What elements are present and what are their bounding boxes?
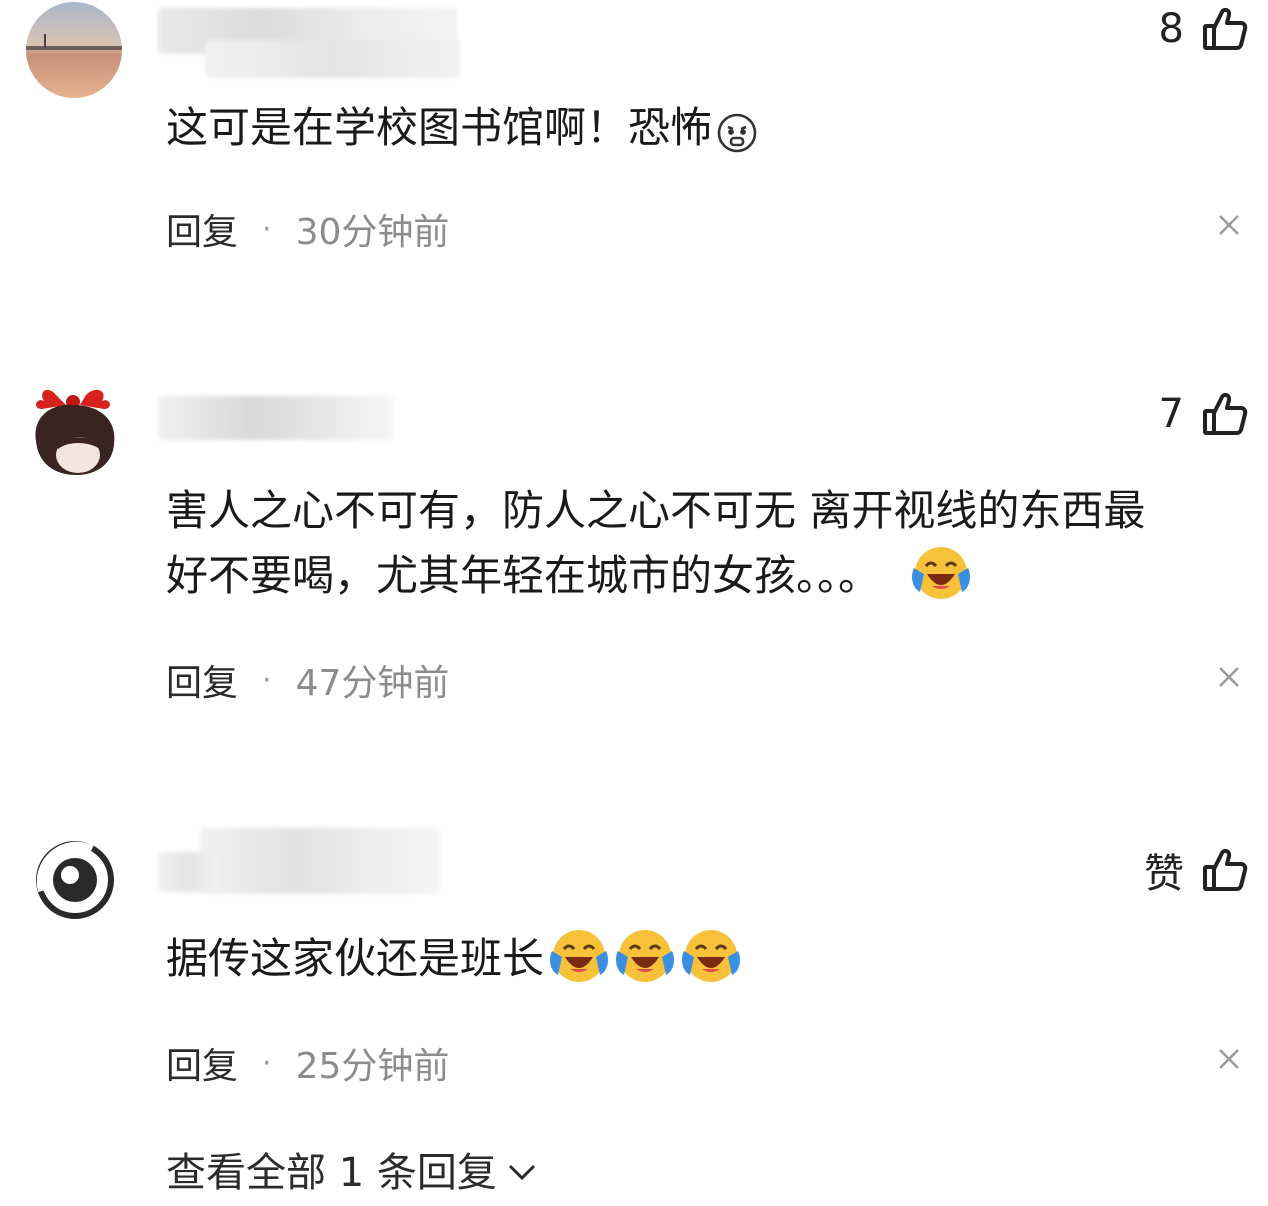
separator-dot: · <box>262 662 272 698</box>
separator-dot: · <box>262 1045 272 1081</box>
thumbs-up-icon[interactable] <box>1202 6 1248 52</box>
close-icon[interactable] <box>1216 664 1242 690</box>
like-button-2[interactable]: 7 <box>1159 391 1248 437</box>
username-blurred-3b <box>158 852 218 892</box>
like-count-1: 8 <box>1158 6 1184 52</box>
like-button-1[interactable]: 8 <box>1159 6 1248 52</box>
close-icon[interactable] <box>1216 1046 1242 1072</box>
comment-meta-1: 回复 · 30分钟前 <box>166 203 449 255</box>
like-count-2: 7 <box>1158 391 1184 437</box>
view-all-replies-label: 查看全部 1 条回复 <box>166 1150 497 1196</box>
close-icon[interactable] <box>1216 212 1242 238</box>
laughing-crying-face-icon <box>614 927 676 1003</box>
comment-time-2: 47分钟前 <box>295 663 450 704</box>
username-blurred-1b <box>205 40 460 78</box>
laughing-crying-face-icon <box>548 927 610 1003</box>
comment-time-3: 25分钟前 <box>295 1046 450 1087</box>
comment-text-1: 这可是在学校图书馆啊！恐怖 <box>166 95 1246 172</box>
comment-text-2: 害人之心不可有，防人之心不可无 离开视线的东西最 好不要喝，尤其年轻在城市的女孩… <box>166 478 1246 620</box>
user-avatar-2[interactable] <box>26 383 122 479</box>
comment-text-2-line1: 害人之心不可有，防人之心不可无 离开视线的东西最 <box>166 486 1146 535</box>
comment-text-3: 据传这家伙还是班长 <box>166 926 1246 1003</box>
comment-text-2-line2: 好不要喝，尤其年轻在城市的女孩。。。 <box>166 543 1246 620</box>
like-button-3[interactable]: 赞 <box>1144 841 1248 899</box>
comment-meta-3: 回复 · 25分钟前 <box>166 1037 449 1089</box>
user-avatar-3[interactable] <box>30 835 120 925</box>
laughing-crying-face-icon <box>910 544 972 620</box>
reply-button-1[interactable]: 回复 <box>166 203 238 255</box>
comment-meta-2: 回复 · 47分钟前 <box>166 654 449 706</box>
username-blurred-3 <box>200 828 440 894</box>
fearful-face-icon <box>716 107 758 172</box>
like-label-3: 赞 <box>1144 851 1184 897</box>
user-avatar-1[interactable] <box>26 2 122 98</box>
reply-button-3[interactable]: 回复 <box>166 1037 238 1089</box>
laughing-crying-face-icon <box>680 927 742 1003</box>
thumbs-up-icon[interactable] <box>1202 391 1248 437</box>
view-all-replies-link[interactable]: 查看全部 1 条回复 <box>166 1140 537 1198</box>
chevron-down-icon <box>507 1146 537 1192</box>
separator-dot: · <box>262 211 272 247</box>
username-blurred-2 <box>158 396 394 440</box>
thumbs-up-icon[interactable] <box>1202 847 1248 893</box>
comment-time-1: 30分钟前 <box>295 212 450 253</box>
reply-button-2[interactable]: 回复 <box>166 654 238 706</box>
